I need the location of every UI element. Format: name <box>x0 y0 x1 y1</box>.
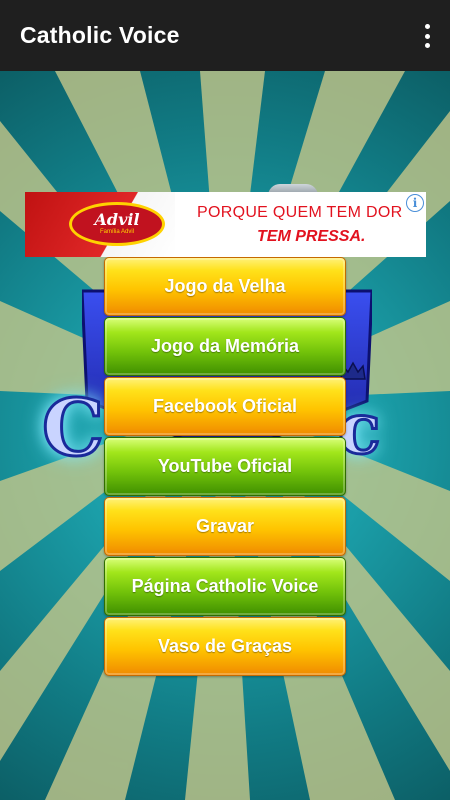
ad-tagline: TEM PRESSA. <box>257 228 366 245</box>
youtube-oficial-button[interactable]: YouTube Oficial <box>104 437 346 496</box>
logo-letter-left: C <box>41 383 106 474</box>
ad-brand-sub: Família Advil <box>99 229 134 235</box>
jogo-da-memoria-button[interactable]: Jogo da Memória <box>104 317 346 376</box>
ad-headline: PORQUE QUEM TEM DOR <box>197 204 403 221</box>
ad-brand-name: Advil <box>94 210 140 229</box>
vaso-de-gracas-button[interactable]: Vaso de Graças <box>104 617 346 676</box>
info-icon[interactable]: i <box>406 194 424 212</box>
more-vertical-icon[interactable] <box>420 22 434 50</box>
facebook-oficial-button[interactable]: Facebook Oficial <box>104 377 346 436</box>
gravar-button[interactable]: Gravar <box>104 497 346 556</box>
ad-text-panel <box>175 192 426 257</box>
pagina-catholic-voice-button[interactable]: Página Catholic Voice <box>104 557 346 616</box>
jogo-da-velha-button[interactable]: Jogo da Velha <box>104 257 346 316</box>
app-title: Catholic Voice <box>20 22 180 48</box>
app-bar: Catholic Voice <box>0 0 450 71</box>
ad-banner[interactable]: Advil Família Advil PORQUE QUEM TEM DOR … <box>25 192 426 257</box>
main-menu: Jogo da Velha Jogo da Memória Facebook O… <box>104 257 346 677</box>
logo-letter-right: c <box>337 387 383 470</box>
ad-brand-logo: Advil Família Advil <box>69 202 165 246</box>
